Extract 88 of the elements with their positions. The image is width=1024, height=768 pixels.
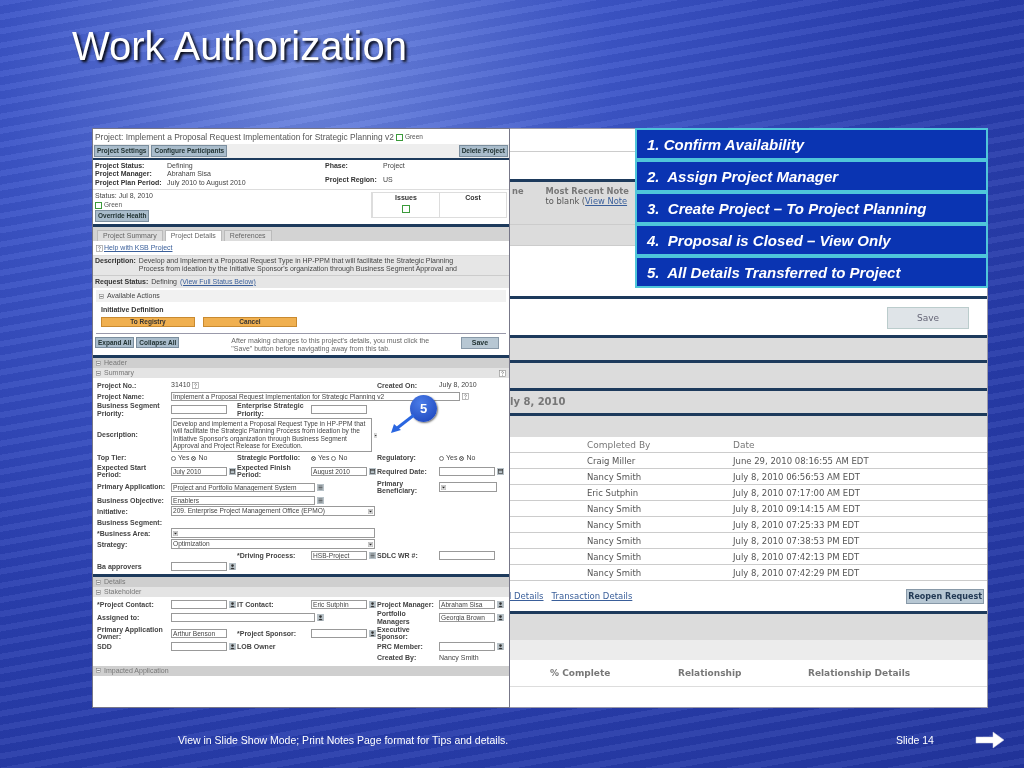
input-field[interactable] (171, 405, 227, 415)
step-label: 2. Assign Project Manager (635, 160, 988, 192)
column-header: Date (733, 439, 756, 450)
collapse-icon[interactable] (96, 370, 101, 376)
input-field[interactable] (439, 550, 495, 560)
callout-arrow (391, 414, 415, 433)
person-icon[interactable] (229, 600, 236, 608)
help-icon[interactable] (462, 392, 469, 400)
person-icon[interactable] (229, 562, 236, 570)
input-field[interactable] (439, 466, 495, 476)
input-field[interactable] (171, 599, 227, 609)
notes-text: to blank ( (545, 196, 586, 206)
caret-icon (441, 484, 446, 490)
notes-label: Most Recent Note (545, 186, 629, 196)
radio-button[interactable] (311, 455, 316, 461)
details-link[interactable]: l Details (509, 591, 544, 601)
table-cell-text: Nancy Smith (587, 519, 643, 530)
window-title: Project: Implement a Proposal Request Implementation for Strategic Planning v2 (95, 132, 394, 143)
radio-button[interactable] (331, 455, 337, 461)
input-field[interactable] (171, 561, 227, 571)
table-cell-text: Nancy Smith (587, 551, 643, 562)
step-label: 3. Create Project – To Project Planning (635, 192, 988, 224)
person-icon[interactable] (229, 643, 236, 651)
caret-icon (173, 530, 178, 536)
status-square-icon (395, 133, 403, 141)
caret-icon (373, 432, 377, 438)
list-icon[interactable] (369, 551, 376, 559)
status-square-icon (95, 201, 102, 209)
person-icon[interactable] (497, 643, 504, 651)
column-header: Relationship Details (808, 668, 912, 678)
help-icon[interactable] (96, 245, 103, 253)
step-label: 1. Confirm Availability (635, 128, 988, 160)
table-cell-text: Craig Miller (587, 455, 637, 466)
view-note-link[interactable]: View Note (585, 196, 628, 206)
column-header: Completed By (587, 439, 652, 450)
person-icon[interactable] (497, 614, 504, 622)
table-cell-text: July 8, 2010 07:38:53 PM EDT (733, 535, 861, 546)
column-header: Relationship (678, 668, 743, 678)
help-icon[interactable] (499, 369, 506, 377)
details-link[interactable]: Transaction Details (551, 591, 633, 601)
list-icon[interactable] (317, 496, 324, 504)
radio-button[interactable] (171, 455, 176, 461)
table-cell-text: July 8, 2010 09:14:15 AM EDT (733, 503, 861, 514)
input-field[interactable] (311, 628, 367, 638)
help-icon[interactable] (192, 381, 200, 389)
column-header: ne (512, 186, 524, 198)
table-cell-text: Eric Sutphin (587, 487, 640, 498)
collapse-icon[interactable] (96, 579, 101, 585)
table-cell-text: Nancy Smith (587, 471, 643, 482)
person-icon[interactable] (369, 629, 376, 637)
person-icon[interactable] (497, 600, 504, 608)
table-cell-text: July 8, 2010 07:25:33 PM EDT (733, 519, 861, 530)
column-header: % Complete (550, 668, 612, 678)
input-field[interactable] (171, 613, 315, 623)
collapse-icon[interactable] (96, 360, 101, 366)
collapse-icon[interactable] (96, 589, 101, 595)
footer-note: View in Slide Show Mode; Print Notes Page format for Tips and details. (178, 734, 509, 746)
caret-icon (368, 541, 373, 547)
slide-title: Work Authorization (72, 24, 407, 69)
calendar-icon[interactable] (229, 467, 236, 475)
table-cell-text: Nancy Smith (587, 503, 643, 514)
input-field[interactable] (171, 642, 227, 652)
person-icon[interactable] (369, 600, 376, 608)
person-icon[interactable] (317, 614, 324, 622)
caret-icon (368, 508, 373, 514)
collapse-icon[interactable] (96, 668, 101, 674)
step-label: 4. Proposal is Closed – View Only (635, 224, 988, 256)
input-field[interactable] (439, 642, 495, 652)
next-arrow-icon[interactable] (975, 730, 1005, 750)
save-button[interactable]: Save (887, 307, 969, 329)
table-cell-text: July 8, 2010 06:56:53 AM EDT (733, 471, 861, 482)
table-cell-text: July 8, 2010 07:42:13 PM EDT (733, 551, 861, 562)
dropdown[interactable] (439, 482, 497, 493)
calendar-icon[interactable] (369, 467, 376, 475)
input-field[interactable] (311, 405, 367, 415)
list-icon[interactable] (317, 483, 324, 491)
calendar-icon[interactable] (497, 467, 504, 475)
table-cell-text: July 8, 2010 07:42:29 PM EDT (733, 567, 861, 578)
table-cell-text: June 29, 2010 08:16:55 AM EDT (733, 455, 870, 466)
radio-button[interactable] (439, 455, 444, 461)
reopen-request-button[interactable]: Reopen Request (906, 588, 984, 604)
step-label: 5. All Details Transferred to Project (635, 256, 988, 288)
collapse-icon[interactable] (99, 293, 104, 299)
table-cell-text: July 8, 2010 07:17:00 AM EDT (733, 487, 861, 498)
table-cell-text: Nancy Smith (587, 567, 643, 578)
slide-number: Slide 14 (896, 734, 934, 746)
dropdown[interactable] (171, 528, 375, 539)
table-cell-text: Nancy Smith (587, 535, 643, 546)
